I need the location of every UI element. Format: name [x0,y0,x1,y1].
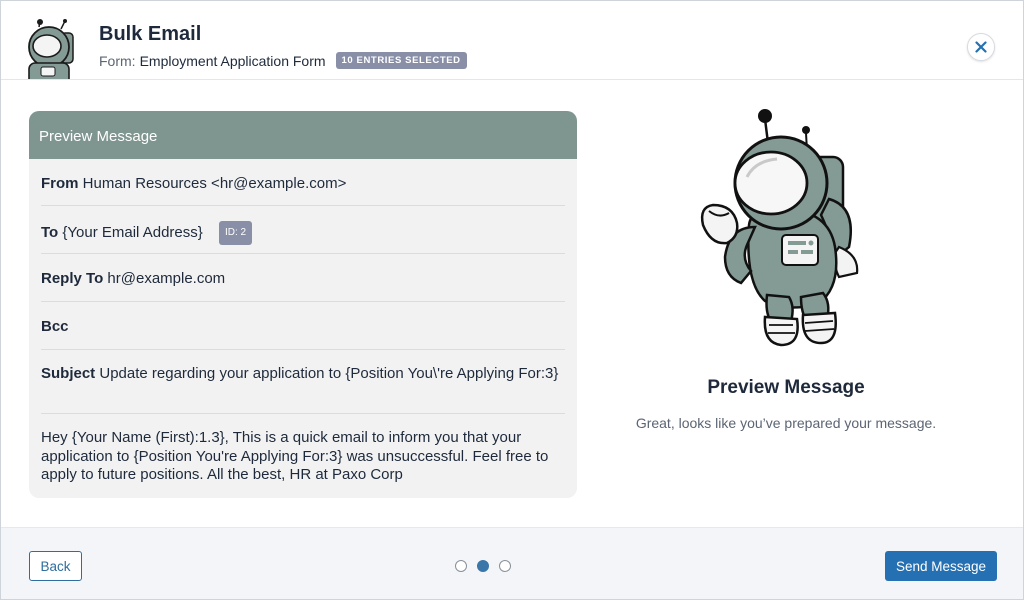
preview-message-card: Preview Message From Human Resources <hr… [29,111,577,498]
to-label: To [41,224,59,241]
bcc-label: Bcc [41,318,69,335]
reply-to-row: Reply To hr@example.com [41,254,565,302]
from-label: From [41,175,79,192]
preview-card-heading: Preview Message [29,111,577,159]
reply-to-value: hr@example.com [107,270,226,287]
from-row: From Human Resources <hr@example.com> [41,159,565,206]
bcc-row: Bcc [41,302,565,350]
subject-row: Subject Update regarding your applicatio… [41,350,565,414]
step-indicator [455,560,511,572]
to-value: {Your Email Address} [62,224,203,241]
subject-label: Subject [41,365,96,382]
from-value: Human Resources <hr@example.com> [82,175,347,192]
astronaut-logo-icon [19,19,81,79]
modal-title: Bulk Email [99,23,202,45]
step-dot-1[interactable] [455,560,467,572]
subject-value: Update regarding your application to {Po… [99,365,559,382]
preview-subtitle: Great, looks like you’ve prepared your m… [635,415,937,431]
back-button[interactable]: Back [29,551,82,581]
to-id-badge: ID: 2 [218,221,253,245]
preview-title: Preview Message [707,377,865,398]
modal-footer: Back Send Message [1,527,1023,599]
bulk-email-modal: Bulk Email Form: Employment Application … [0,0,1024,600]
close-icon [975,41,987,53]
astronaut-icon [689,107,889,351]
form-name: Employment Application Form [139,52,326,69]
form-label: Form: [99,52,136,69]
reply-to-label: Reply To [41,270,104,287]
close-button[interactable] [967,33,995,61]
send-message-button[interactable]: Send Message [885,551,997,581]
modal-header: Bulk Email Form: Employment Application … [1,1,1023,80]
form-info: Form: Employment Application Form 10 ENT… [99,52,467,69]
to-row: To {Your Email Address} ID: 2 [41,206,565,254]
step-dot-2[interactable] [477,560,489,572]
message-body-text: Hey {Your Name (First):1.3}, This is a q… [41,429,549,483]
entries-selected-badge: 10 ENTRIES SELECTED [335,52,467,69]
step-dot-3[interactable] [499,560,511,572]
message-body: Hey {Your Name (First):1.3}, This is a q… [41,414,565,485]
